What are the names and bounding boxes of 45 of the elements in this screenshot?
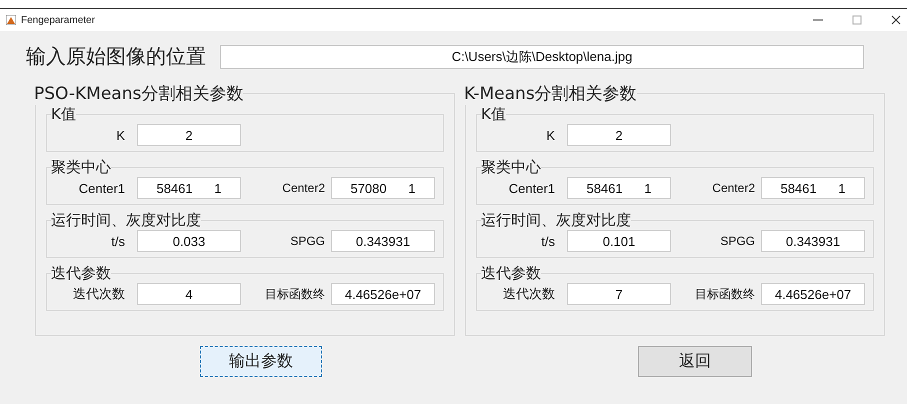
path-label: 输入原始图像的位置 [26,43,206,70]
value-field[interactable]: 4.46526e+07 [761,283,865,305]
group-title: 迭代参数 [481,264,541,283]
panel-title: K-Means分割相关参数 [464,83,637,105]
value-field[interactable]: 58461 1 [761,177,865,199]
value-field[interactable]: 0.343931 [331,230,435,252]
field-label: 迭代次数 [502,285,555,303]
field-label: t/s [110,234,125,248]
field-label: Center1 [78,180,125,196]
group-title: 运行时间、灰度对比度 [51,211,201,230]
group-title: 迭代参数 [51,264,111,283]
close-icon[interactable] [891,15,901,25]
value-field[interactable]: 57080 1 [331,177,435,199]
value-field[interactable]: 4 [137,283,241,305]
field-label: SPGG [289,234,325,248]
value-field[interactable]: 2 [137,124,241,146]
field-label: Center1 [508,180,555,196]
window-title: Fengeparameter [21,14,96,26]
value-field[interactable]: 0.101 [567,230,671,252]
group-title: 聚类中心 [481,158,541,177]
field-label: Center2 [281,181,325,195]
value-field[interactable]: 58461 1 [567,177,671,199]
action-button[interactable]: 输出参数 [200,346,322,377]
group-title: K值 [481,105,506,124]
app-icon [6,15,16,25]
field-label: K [115,128,125,142]
panel-title: PSO-KMeans分割相关参数 [34,83,244,105]
value-field[interactable]: 0.343931 [761,230,865,252]
path-field[interactable]: C:\Users\边陈\Desktop\lena.jpg [220,44,864,68]
field-label: 目标函数终 [694,286,755,302]
value-field[interactable]: 2 [567,124,671,146]
field-label: 迭代次数 [72,285,125,303]
group-title: 聚类中心 [51,158,111,177]
field-label: 目标函数终 [264,286,325,302]
value-field[interactable]: 4.46526e+07 [331,283,435,305]
field-label: Center2 [711,181,755,195]
group-title: K值 [51,105,76,124]
value-field[interactable]: 0.033 [137,230,241,252]
group-title: 运行时间、灰度对比度 [481,211,631,230]
action-button[interactable]: 返回 [638,346,752,377]
field-label: t/s [540,234,555,248]
value-field[interactable]: 58461 1 [137,177,241,199]
value-field[interactable]: 7 [567,283,671,305]
field-label: SPGG [719,234,755,248]
field-label: K [545,128,555,142]
